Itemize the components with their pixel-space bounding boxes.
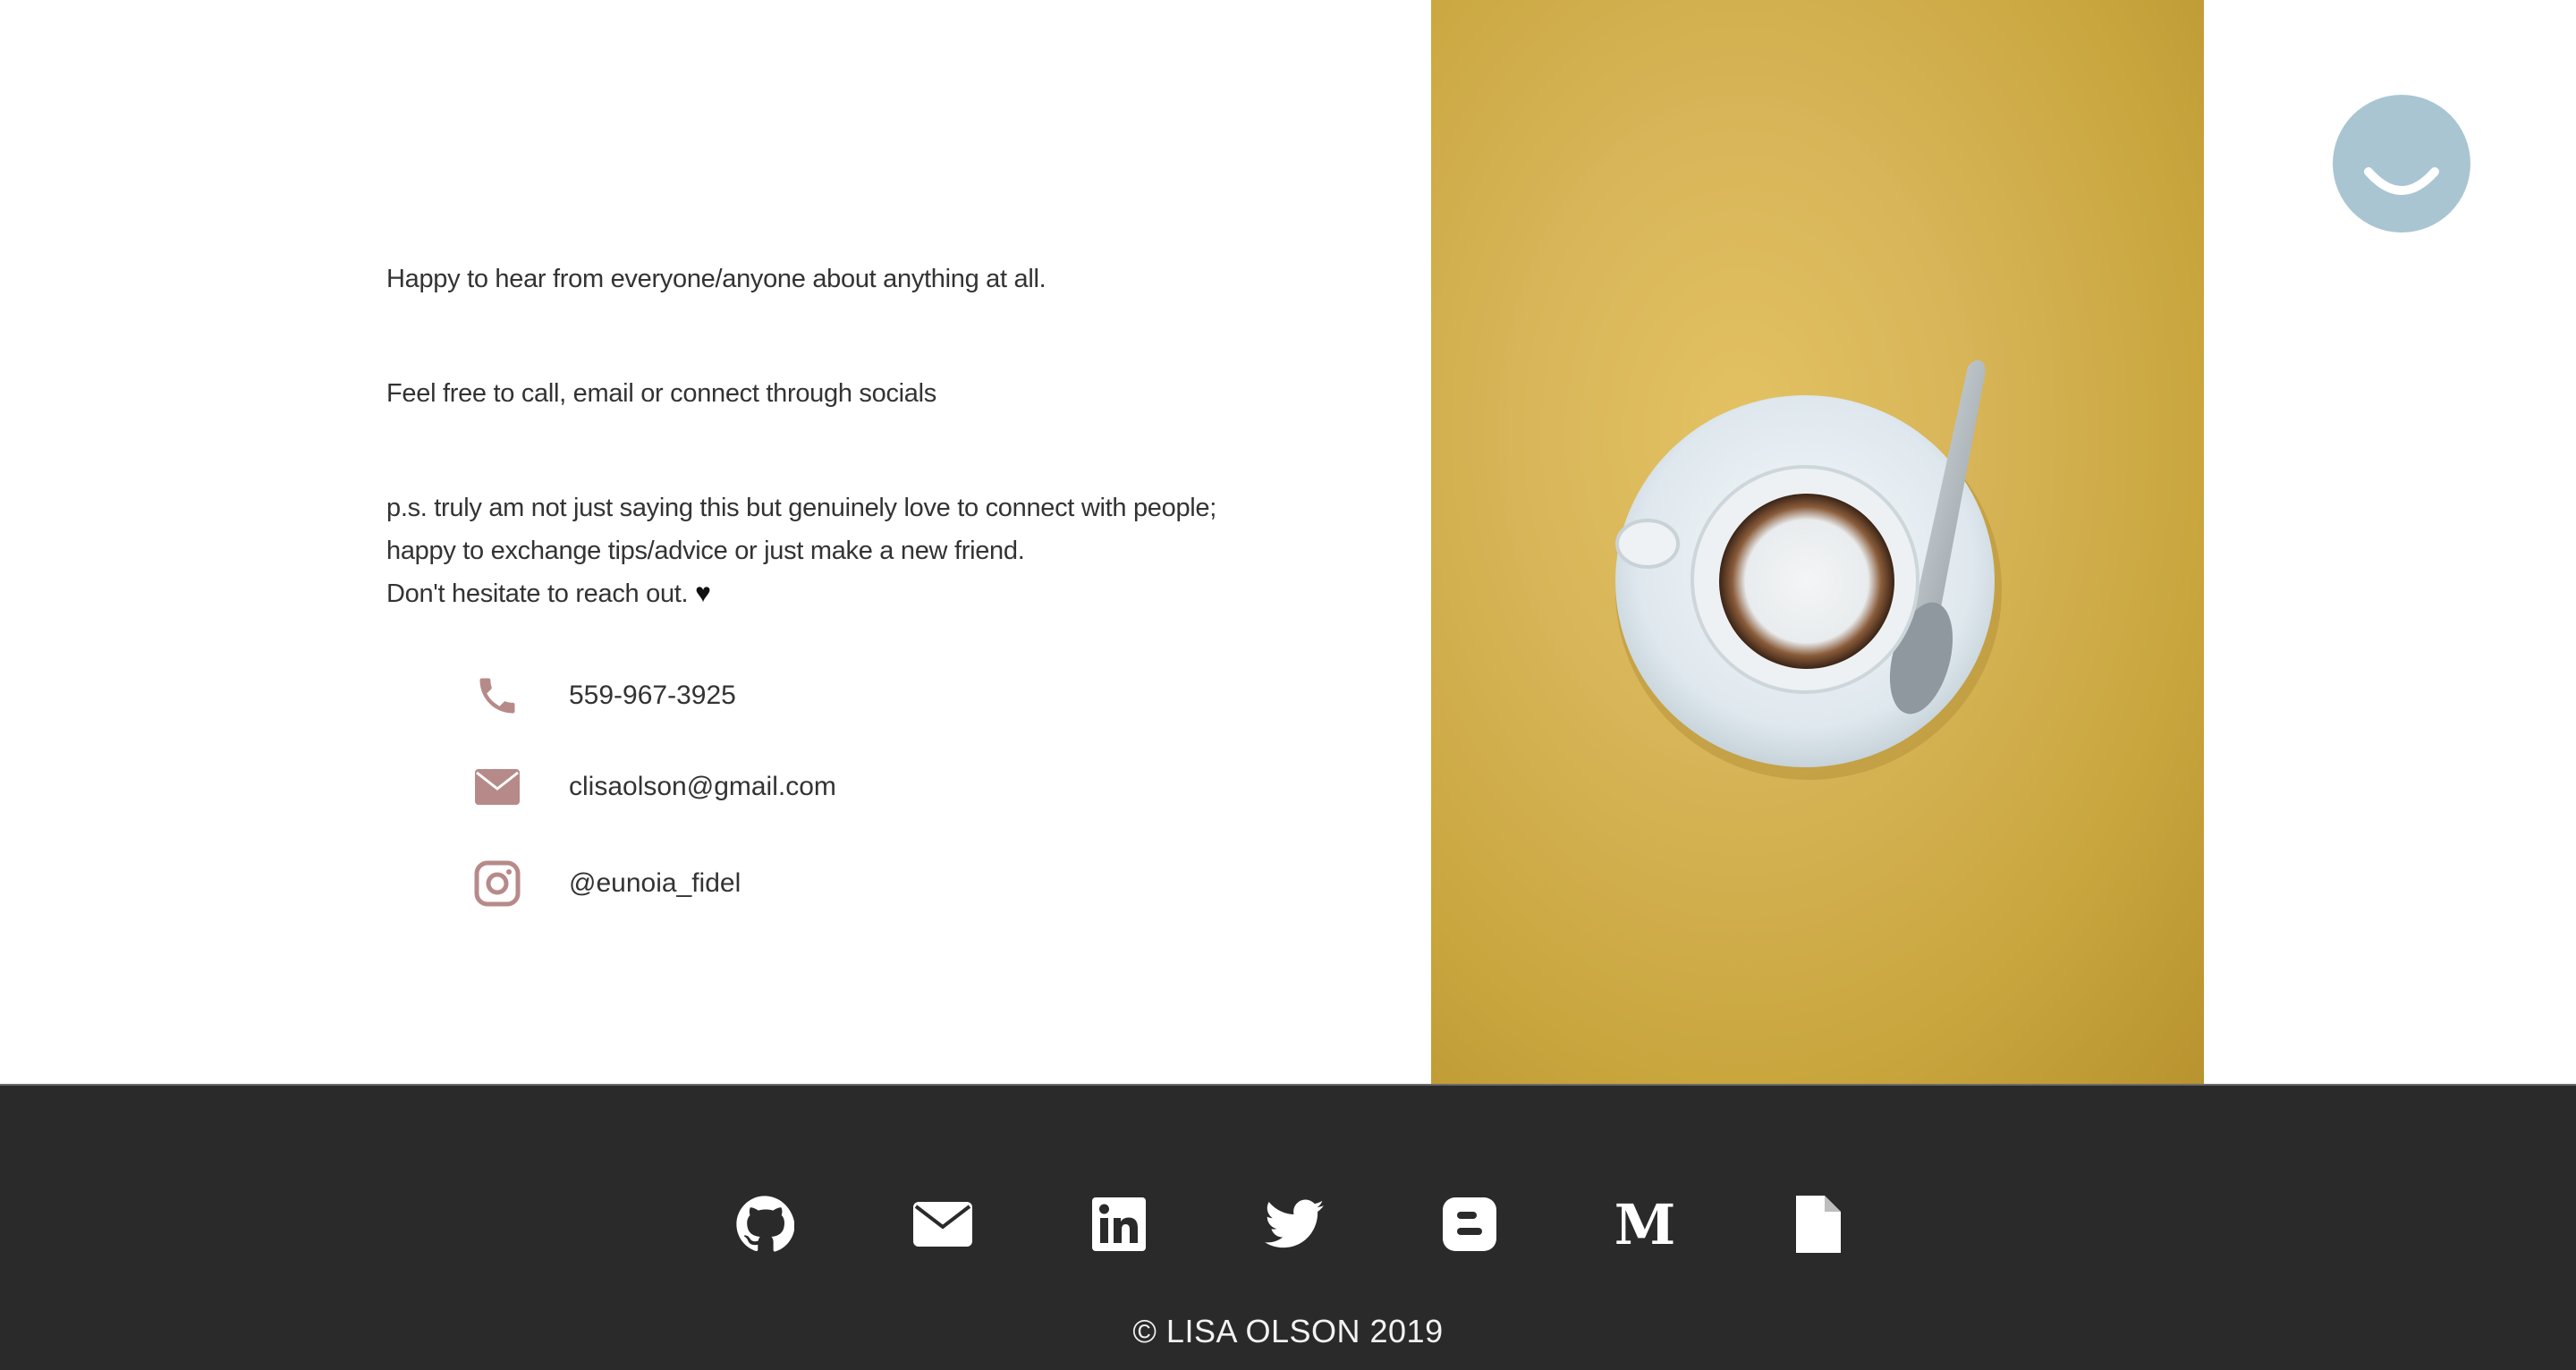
document-icon[interactable] bbox=[1778, 1184, 1859, 1264]
contact-email[interactable]: clisaolson@gmail.com bbox=[472, 760, 836, 814]
copyright: © LISA OLSON 2019 bbox=[1132, 1313, 1444, 1349]
medium-icon[interactable]: M bbox=[1605, 1184, 1685, 1264]
linkedin-icon[interactable] bbox=[1079, 1184, 1159, 1264]
smile-icon bbox=[2364, 167, 2439, 195]
phone-icon bbox=[472, 671, 522, 721]
envelope-icon bbox=[472, 762, 522, 812]
intro-ps-line-3-text: Don't hesitate to reach out. bbox=[386, 579, 689, 608]
chat-bubble-button[interactable] bbox=[2333, 95, 2470, 233]
github-icon[interactable] bbox=[724, 1184, 805, 1264]
footer: M © LISA OLSON 2019 bbox=[0, 1084, 2576, 1370]
intro-ps-line-3: Don't hesitate to reach out. ♥ bbox=[386, 572, 1216, 615]
phone-number[interactable]: 559-967-3925 bbox=[569, 681, 736, 711]
intro-ps-line-1: p.s. truly am not just saying this but g… bbox=[386, 494, 1216, 522]
social-links: M bbox=[0, 1184, 2576, 1264]
intro-line-2: Feel free to call, email or connect thro… bbox=[386, 379, 936, 408]
envelope-icon[interactable] bbox=[902, 1184, 983, 1264]
coffee-photo bbox=[1431, 0, 2204, 1084]
intro-ps: p.s. truly am not just saying this but g… bbox=[386, 486, 1216, 615]
intro-ps-line-2: happy to exchange tips/advice or just ma… bbox=[386, 537, 1025, 565]
contact-instagram[interactable]: @eunoia_fidel bbox=[472, 857, 741, 910]
instagram-handle[interactable]: @eunoia_fidel bbox=[569, 868, 741, 899]
instagram-icon bbox=[472, 858, 522, 909]
contact-phone[interactable]: 559-967-3925 bbox=[472, 669, 736, 723]
heart-icon: ♥ bbox=[695, 579, 711, 608]
coffee-cup-illustration bbox=[1615, 359, 2002, 780]
email-address[interactable]: clisaolson@gmail.com bbox=[569, 772, 836, 802]
twitter-icon[interactable] bbox=[1254, 1184, 1335, 1264]
intro-line-1: Happy to hear from everyone/anyone about… bbox=[386, 265, 1046, 293]
blogger-icon[interactable] bbox=[1429, 1184, 1510, 1264]
svg-text:M: M bbox=[1616, 1199, 1674, 1249]
